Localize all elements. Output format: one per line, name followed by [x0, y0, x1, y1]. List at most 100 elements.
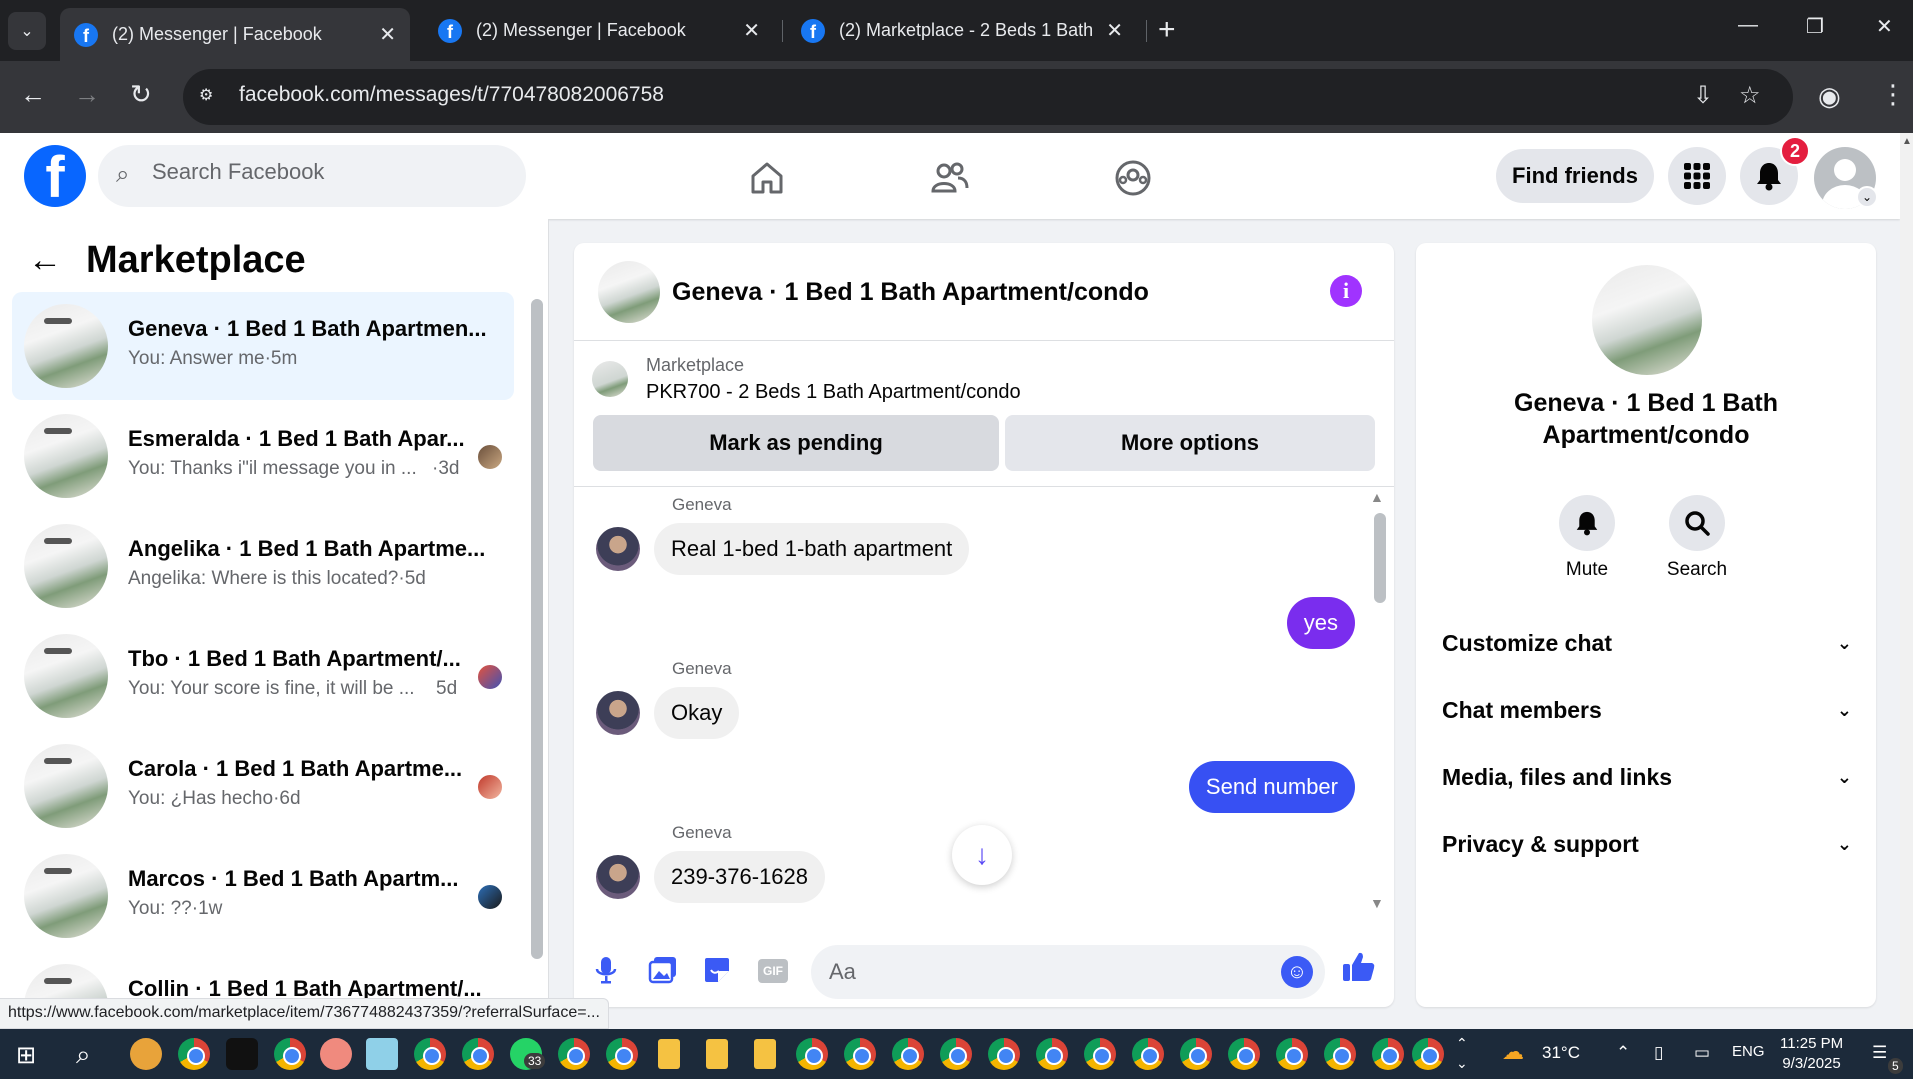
taskbar-overflow-arrows-icon[interactable]: ⌃ ⌄	[1456, 1033, 1468, 1073]
tab-messenger-2[interactable]: f (2) Messenger | Facebook ✕	[424, 8, 774, 53]
minimize-icon[interactable]: —	[1738, 14, 1758, 37]
notification-center-icon[interactable]: ☰	[1872, 1043, 1887, 1063]
battery-icon[interactable]: ▭	[1694, 1043, 1710, 1063]
microphone-icon[interactable]	[594, 955, 618, 992]
chrome-icon[interactable]	[274, 1038, 306, 1070]
conversation-item-geneva[interactable]: Geneva · 1 Bed 1 Bath Apartmen... You: A…	[12, 292, 514, 400]
chrome-icon[interactable]	[1228, 1038, 1260, 1070]
customize-chat-section[interactable]: Customize chat ⌄	[1442, 623, 1852, 663]
listing-title[interactable]: PKR700 - 2 Beds 1 Bath Apartment/condo	[646, 381, 1021, 404]
gif-icon[interactable]: GIF	[758, 959, 788, 983]
scroll-up-arrow-icon[interactable]: ▲	[1370, 489, 1384, 505]
message-bubble-incoming[interactable]: Okay	[654, 687, 740, 739]
message-bubble-outgoing[interactable]: yes	[1286, 597, 1355, 649]
language-indicator[interactable]: ENG	[1732, 1043, 1765, 1060]
sticker-icon[interactable]	[702, 955, 732, 992]
message-bubble-incoming[interactable]: Real 1-bed 1-bath apartment	[654, 523, 970, 575]
menu-kebab-icon[interactable]: ⋮	[1880, 79, 1906, 110]
tab-search-button[interactable]: ⌄	[8, 12, 46, 50]
facebook-search[interactable]: ⌕	[98, 145, 526, 207]
weather-temperature[interactable]: 31°C	[1542, 1043, 1580, 1063]
search-icon[interactable]	[1669, 495, 1725, 551]
sidebar-scrollbar[interactable]	[531, 299, 543, 959]
more-options-button[interactable]: More options	[1005, 415, 1375, 471]
listing-thumbnail[interactable]	[598, 261, 660, 323]
app-icon[interactable]	[320, 1038, 352, 1070]
new-tab-button[interactable]: +	[1158, 14, 1176, 46]
reload-icon[interactable]: ↻	[130, 79, 152, 110]
message-bubble-outgoing[interactable]: Send number	[1188, 761, 1355, 813]
chrome-icon[interactable]	[796, 1038, 828, 1070]
search-input[interactable]	[152, 159, 512, 185]
clock[interactable]: 11:25 PM 9/3/2025	[1780, 1034, 1843, 1074]
chrome-icon[interactable]	[178, 1038, 210, 1070]
chrome-icon[interactable]	[892, 1038, 924, 1070]
chrome-icon[interactable]	[606, 1038, 638, 1070]
chrome-icon[interactable]	[940, 1038, 972, 1070]
folder-icon[interactable]	[658, 1039, 680, 1069]
folder-icon[interactable]	[754, 1039, 776, 1069]
listing-thumbnail[interactable]	[1592, 265, 1702, 375]
message-input-field[interactable]: ☺	[811, 945, 1325, 999]
listing-thumbnail[interactable]	[592, 361, 628, 397]
conversation-item-marcos[interactable]: Marcos · 1 Bed 1 Bath Apartm... You: ??·…	[12, 842, 514, 950]
tab-marketplace[interactable]: f (2) Marketplace - 2 Beds 1 Bath Ap ✕	[787, 8, 1137, 53]
chrome-icon[interactable]	[1276, 1038, 1308, 1070]
find-friends-button[interactable]: Find friends	[1496, 149, 1654, 203]
emoji-icon[interactable]: ☺	[1281, 956, 1313, 988]
thumbs-up-icon[interactable]	[1342, 951, 1376, 991]
chrome-icon[interactable]	[1132, 1038, 1164, 1070]
windows-start-icon[interactable]: ⊞	[16, 1041, 36, 1070]
page-scrollbar[interactable]	[1900, 133, 1913, 1029]
device-icon[interactable]: ▯	[1654, 1043, 1663, 1063]
media-files-links-section[interactable]: Media, files and links ⌄	[1442, 757, 1852, 797]
restore-icon[interactable]: ❐	[1806, 14, 1824, 39]
back-arrow-icon[interactable]: ←	[28, 241, 62, 280]
friends-icon[interactable]	[924, 153, 974, 203]
message-input[interactable]	[829, 959, 1249, 985]
search-icon[interactable]: ⌕	[76, 1039, 91, 1071]
chevron-down-icon[interactable]: ⌄	[1856, 186, 1878, 208]
app-icon[interactable]	[130, 1038, 162, 1070]
chrome-icon[interactable]	[462, 1038, 494, 1070]
conversation-item-tbo[interactable]: Tbo · 1 Bed 1 Bath Apartment/... You: Yo…	[12, 622, 514, 730]
scroll-down-arrow-icon[interactable]: ▼	[1370, 895, 1384, 911]
back-icon[interactable]: ←	[20, 79, 46, 110]
bell-icon[interactable]	[1559, 495, 1615, 551]
scroll-up-arrow-icon[interactable]: ▲	[1902, 136, 1912, 147]
search-in-chat-button[interactable]: Search	[1652, 495, 1742, 581]
chat-members-section[interactable]: Chat members ⌄	[1442, 690, 1852, 730]
url-text[interactable]: facebook.com/messages/t/770478082006758	[239, 83, 664, 107]
chrome-icon[interactable]	[1372, 1038, 1404, 1070]
chrome-icon[interactable]	[1036, 1038, 1068, 1070]
close-tab-icon[interactable]: ✕	[743, 18, 760, 43]
chat-scrollbar[interactable]	[1374, 513, 1386, 603]
mute-button[interactable]: Mute	[1542, 495, 1632, 581]
app-icon[interactable]	[366, 1038, 398, 1070]
scroll-to-bottom-arrow-icon[interactable]: ↓	[952, 825, 1012, 885]
conversation-item-carola[interactable]: Carola · 1 Bed 1 Bath Apartme... You: ¿H…	[12, 732, 514, 840]
chat-title[interactable]: Geneva · 1 Bed 1 Bath Apartment/condo	[672, 278, 1149, 307]
chrome-icon[interactable]	[844, 1038, 876, 1070]
facebook-logo-icon[interactable]: f	[24, 145, 86, 207]
folder-icon[interactable]	[706, 1039, 728, 1069]
tab-messenger-1[interactable]: f (2) Messenger | Facebook ✕	[60, 8, 410, 61]
close-window-icon[interactable]: ✕	[1876, 14, 1893, 39]
conversation-item-esmeralda[interactable]: Esmeralda · 1 Bed 1 Bath Apar... You: Th…	[12, 402, 514, 510]
privacy-support-section[interactable]: Privacy & support ⌄	[1442, 824, 1852, 864]
chrome-icon[interactable]	[1084, 1038, 1116, 1070]
chrome-icon[interactable]	[1324, 1038, 1356, 1070]
info-icon[interactable]: i	[1330, 275, 1362, 307]
site-info-icon[interactable]: ⚙	[199, 85, 225, 109]
address-bar[interactable]: ⚙ facebook.com/messages/t/77047808200675…	[183, 69, 1793, 125]
chrome-icon[interactable]	[1180, 1038, 1212, 1070]
chrome-icon[interactable]	[414, 1038, 446, 1070]
menu-grid-icon[interactable]	[1668, 147, 1726, 205]
photo-icon[interactable]	[648, 955, 678, 992]
show-hidden-icons-icon[interactable]: ⌃	[1616, 1043, 1630, 1063]
chrome-icon[interactable]	[1412, 1038, 1444, 1070]
app-icon[interactable]	[226, 1038, 258, 1070]
mark-as-pending-button[interactable]: Mark as pending	[593, 415, 999, 471]
profile-icon[interactable]: ◉	[1818, 81, 1841, 112]
forward-icon[interactable]: →	[74, 79, 100, 110]
